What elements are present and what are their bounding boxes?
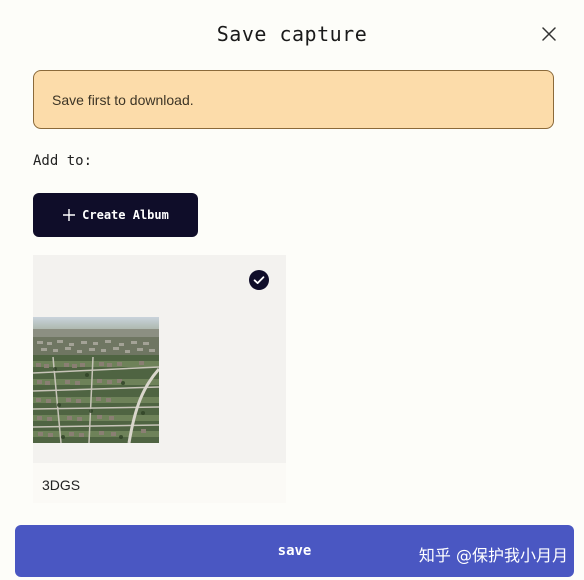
- watermark-text: 知乎 @保护我小月月: [418, 546, 568, 565]
- create-album-button[interactable]: Create Album: [33, 193, 198, 237]
- album-name: 3DGS: [42, 477, 81, 493]
- plus-icon: [62, 208, 76, 222]
- close-icon: [542, 27, 556, 41]
- close-button[interactable]: [536, 21, 562, 47]
- album-thumbnail: [33, 317, 159, 443]
- add-to-label: Add to:: [33, 153, 93, 169]
- album-card[interactable]: 3DGS: [33, 255, 286, 503]
- create-album-label: Create Album: [82, 208, 169, 222]
- dialog-title: Save capture: [216, 22, 368, 46]
- save-capture-dialog: Save capture Save first to download. Add…: [0, 0, 584, 580]
- save-first-alert: Save first to download.: [33, 70, 554, 129]
- checkmark-circle-icon: [249, 270, 269, 290]
- save-button-label: save: [277, 543, 312, 559]
- alert-message: Save first to download.: [52, 91, 194, 108]
